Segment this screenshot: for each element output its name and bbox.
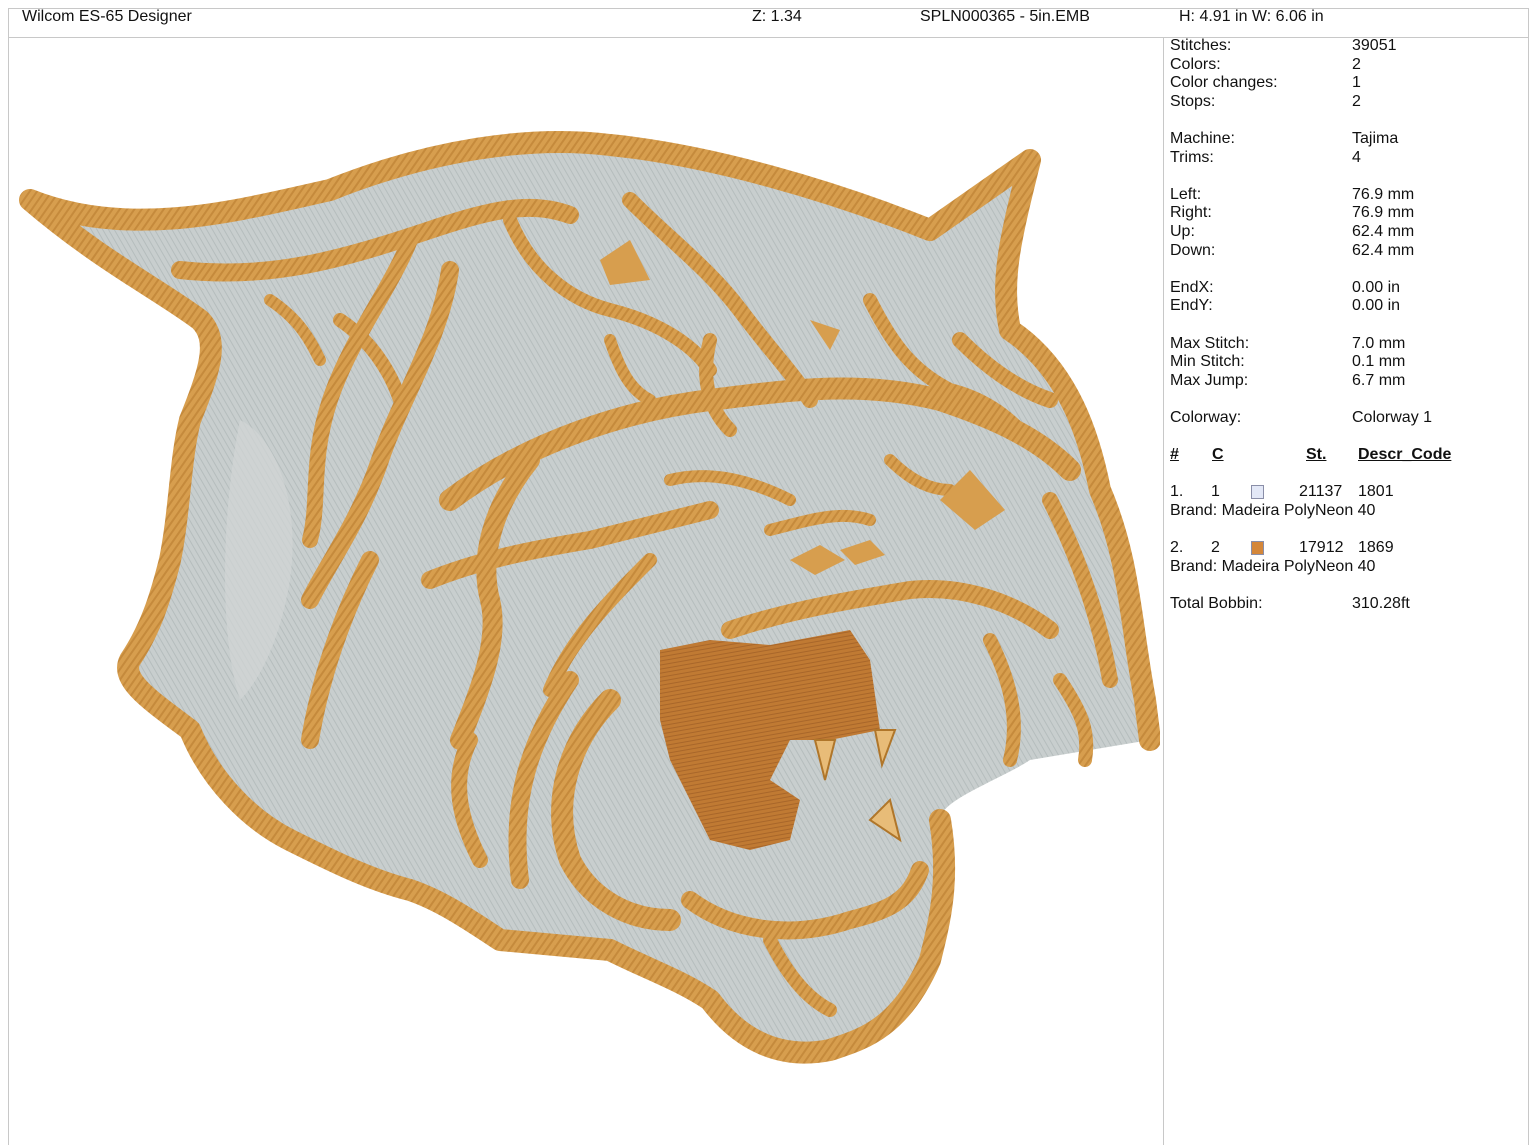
stat-value: Colorway 1 <box>1352 408 1433 426</box>
color-index: 1. <box>1170 483 1184 501</box>
stat-endy: EndY: 0.00 in <box>1170 297 1520 316</box>
stat-label: Total Bobbin: <box>1170 594 1263 612</box>
col-header-descr-code: Descr_Code <box>1358 446 1452 464</box>
col-header-color: C <box>1212 446 1224 464</box>
stat-stitches: Stitches: 39051 <box>1170 37 1520 56</box>
design-preview-canvas[interactable] <box>10 40 1160 1140</box>
color-code: 1869 <box>1358 539 1394 557</box>
stat-colorway: Colorway: Colorway 1 <box>1170 409 1520 428</box>
stat-label: Left: <box>1170 185 1202 203</box>
color-brand: Brand: Madeira PolyNeon 40 <box>1170 501 1376 519</box>
file-name: SPLN000365 - 5in.EMB <box>920 8 1090 25</box>
stat-value: 1 <box>1352 74 1361 92</box>
stat-right: Right: 76.9 mm <box>1170 204 1520 223</box>
stat-value: 62.4 mm <box>1352 241 1415 259</box>
stat-label: Color changes: <box>1170 74 1278 92</box>
color-brand: Brand: Madeira PolyNeon 40 <box>1170 557 1376 575</box>
zoom-level: Z: 1.34 <box>752 8 802 25</box>
color-code: 1801 <box>1358 483 1394 501</box>
stat-label: Stops: <box>1170 92 1216 110</box>
stat-min-stitch: Min Stitch: 0.1 mm <box>1170 353 1520 372</box>
stat-value: 39051 <box>1352 37 1397 54</box>
stat-value: 0.1 mm <box>1352 353 1406 371</box>
stat-value: 2 <box>1352 92 1361 110</box>
stat-label: Max Jump: <box>1170 371 1249 389</box>
design-info-panel: Stitches: 39051 Colors: 2 Color changes:… <box>1170 37 1520 613</box>
stat-value: Tajima <box>1352 129 1399 147</box>
stat-label: Colors: <box>1170 55 1221 73</box>
stat-machine: Machine: Tajima <box>1170 130 1520 149</box>
stat-value: 76.9 mm <box>1352 185 1415 203</box>
stat-trims: Trims: 4 <box>1170 149 1520 168</box>
stat-colors: Colors: 2 <box>1170 56 1520 75</box>
title-bar: Wilcom ES-65 Designer Z: 1.34 SPLN000365… <box>8 0 1529 38</box>
stat-down: Down: 62.4 mm <box>1170 242 1520 261</box>
color-stitch-count: 17912 <box>1299 539 1344 557</box>
stat-label: Stitches: <box>1170 37 1232 54</box>
stat-label: Right: <box>1170 204 1212 222</box>
stat-value: 76.9 mm <box>1352 204 1415 222</box>
stat-value: 0.00 in <box>1352 297 1401 315</box>
app-title: Wilcom ES-65 Designer <box>22 8 192 25</box>
stat-total-bobbin: Total Bobbin: 310.28ft <box>1170 595 1520 614</box>
stat-label: Down: <box>1170 241 1216 259</box>
stat-up: Up: 62.4 mm <box>1170 223 1520 242</box>
color-number: 1 <box>1211 483 1220 501</box>
col-header-stitches: St. <box>1306 446 1327 464</box>
stat-value: 4 <box>1352 148 1361 166</box>
stat-label: Trims: <box>1170 148 1214 166</box>
stat-label: Up: <box>1170 222 1195 240</box>
stat-value: 6.7 mm <box>1352 371 1406 389</box>
stat-value: 0.00 in <box>1352 278 1401 296</box>
design-dimensions: H: 4.91 in W: 6.06 in <box>1179 8 1324 25</box>
stat-value: 2 <box>1352 55 1361 73</box>
stat-stops: Stops: 2 <box>1170 93 1520 112</box>
stat-value: 310.28ft <box>1352 594 1410 612</box>
stat-left: Left: 76.9 mm <box>1170 186 1520 205</box>
color-swatch <box>1251 485 1264 500</box>
embroidery-design-image <box>19 131 1160 1064</box>
stat-endx: EndX: 0.00 in <box>1170 279 1520 298</box>
color-stitch-count: 21137 <box>1299 483 1343 501</box>
stat-label: Colorway: <box>1170 408 1242 426</box>
stat-label: Machine: <box>1170 129 1235 147</box>
color-row: 1. 1 21137 1801 <box>1170 483 1520 502</box>
stat-label: EndY: <box>1170 297 1213 315</box>
stat-value: 7.0 mm <box>1352 334 1406 352</box>
stat-max-jump: Max Jump: 6.7 mm <box>1170 372 1520 391</box>
col-header-number: # <box>1170 446 1179 464</box>
color-table-header: # C St. Descr_Code <box>1170 446 1520 465</box>
stat-max-stitch: Max Stitch: 7.0 mm <box>1170 335 1520 354</box>
color-index: 2. <box>1170 539 1184 557</box>
stat-label: Min Stitch: <box>1170 353 1245 371</box>
stat-label: Max Stitch: <box>1170 334 1250 352</box>
color-number: 2 <box>1211 539 1220 557</box>
stat-color-changes: Color changes: 1 <box>1170 74 1520 93</box>
color-swatch <box>1251 541 1264 556</box>
stat-value: 62.4 mm <box>1352 222 1415 240</box>
color-row: 2. 2 17912 1869 <box>1170 539 1520 558</box>
stat-label: EndX: <box>1170 278 1214 296</box>
panel-divider <box>1163 38 1164 1145</box>
